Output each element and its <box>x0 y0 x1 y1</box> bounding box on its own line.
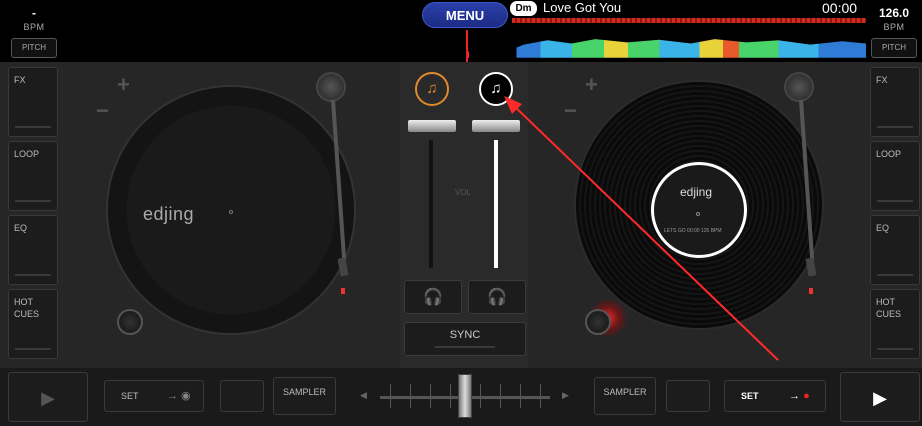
right-record-label <box>651 162 747 258</box>
right-eq-button[interactable]: EQ <box>870 215 920 285</box>
right-eq-label: EQ <box>876 223 890 233</box>
left-empty-pad[interactable] <box>220 380 264 412</box>
crossfader-tick <box>450 384 451 408</box>
key-badge: Dm <box>510 1 537 16</box>
left-bpm-label: BPM <box>23 22 45 32</box>
left-set-label: SET <box>121 391 139 401</box>
left-needle-icon <box>341 288 345 294</box>
crossfader-right-arrow-icon[interactable]: ▶ <box>562 390 569 401</box>
left-fx-button[interactable]: FX <box>8 67 58 137</box>
sync-button[interactable]: SYNC <box>404 322 526 356</box>
left-headphones-icon: 🎧 <box>423 289 443 306</box>
left-tonearm-base-icon <box>316 72 346 102</box>
left-hotcues-button[interactable]: HOT CUES <box>8 289 58 359</box>
right-bpm-value: 126.0 <box>878 6 910 20</box>
crossfader-tick <box>390 384 391 408</box>
left-hotcues-label: HOT CUES <box>14 297 40 319</box>
crossfader-left-arrow-icon[interactable]: ◀ <box>360 390 367 401</box>
left-volume-fader-track <box>429 140 433 268</box>
right-pitch-button[interactable]: PITCH <box>871 38 917 58</box>
left-sampler-label: SAMPLER <box>282 387 326 397</box>
right-headphones-icon: 🎧 <box>487 289 507 306</box>
crossfader-tick <box>520 384 521 408</box>
right-needle-icon <box>809 288 813 294</box>
track-time: 00:00 <box>822 0 858 16</box>
right-hotcues-label: HOT CUES <box>876 297 902 319</box>
crossfader-handle[interactable] <box>458 374 472 418</box>
right-load-track-icon[interactable]: ♫ <box>479 72 513 106</box>
right-spindle-icon <box>696 212 700 216</box>
left-volume-fader[interactable] <box>408 120 456 132</box>
track-title: Love Got You <box>543 0 622 15</box>
playhead <box>466 30 468 62</box>
left-arrow-icon: → ◉ <box>167 390 191 402</box>
left-load-track-icon[interactable]: ♫ <box>415 72 449 106</box>
right-hotcues-button[interactable]: HOT CUES <box>870 289 920 359</box>
main-waveform[interactable] <box>468 39 866 58</box>
menu-button[interactable]: MENU <box>422 2 508 28</box>
left-eq-label: EQ <box>14 223 28 233</box>
left-cue-knob[interactable] <box>117 309 143 335</box>
left-play-button[interactable]: ▶ <box>8 372 88 422</box>
track-progress-waveform[interactable] <box>512 18 866 23</box>
left-deck-logo: edjing <box>143 204 195 224</box>
left-fx-label: FX <box>14 75 26 85</box>
right-sampler-label: SAMPLER <box>603 387 647 397</box>
left-pitch-minus-icon[interactable]: − <box>96 98 109 124</box>
right-bpm-label: BPM <box>883 22 905 32</box>
left-spindle-icon <box>229 210 233 214</box>
left-set-cue-button[interactable]: SET → ◉ <box>104 380 204 412</box>
right-pitch-plus-icon[interactable]: + <box>585 72 598 98</box>
right-empty-pad[interactable] <box>666 380 710 412</box>
right-headphones-button[interactable]: 🎧 <box>468 280 526 314</box>
right-fx-button[interactable]: FX <box>870 67 920 137</box>
crossfader-tick <box>410 384 411 408</box>
crossfader-tick <box>540 384 541 408</box>
right-volume-fader[interactable] <box>472 120 520 132</box>
right-tonearm-base-icon <box>784 72 814 102</box>
left-headphones-button[interactable]: 🎧 <box>404 280 462 314</box>
left-bpm-panel: - BPM PITCH <box>6 0 62 60</box>
volume-label: VOL <box>455 188 472 197</box>
crossfader-tick <box>500 384 501 408</box>
right-loop-button[interactable]: LOOP <box>870 141 920 211</box>
right-play-button[interactable]: ▶ <box>840 372 920 422</box>
right-bpm-panel: 126.0 BPM PITCH <box>866 0 922 60</box>
left-pitch-button[interactable]: PITCH <box>11 38 57 58</box>
right-fx-label: FX <box>876 75 888 85</box>
right-set-cue-button[interactable]: SET → ● <box>724 380 826 412</box>
right-arrow-icon: → ● <box>789 390 810 402</box>
left-eq-button[interactable]: EQ <box>8 215 58 285</box>
left-play-icon: ▶ <box>41 388 55 408</box>
right-play-icon: ▶ <box>873 388 887 408</box>
left-bpm-value: - <box>32 6 36 20</box>
left-sampler-button[interactable]: SAMPLER <box>273 377 336 415</box>
right-pitch-minus-icon[interactable]: − <box>564 98 577 124</box>
right-volume-fader-track <box>494 140 498 268</box>
right-deck-logo: edjing <box>680 185 713 199</box>
crossfader-tick <box>430 384 431 408</box>
right-record-info: LETS GO 00:00 126 BPM <box>664 228 722 234</box>
left-loop-button[interactable]: LOOP <box>8 141 58 211</box>
crossfader-tick <box>480 384 481 408</box>
right-set-label: SET <box>741 391 759 401</box>
left-pitch-plus-icon[interactable]: + <box>117 72 130 98</box>
right-cue-knob[interactable] <box>585 309 611 335</box>
top-bar: - BPM PITCH MENU Dm Love Got You 00:00 1… <box>0 0 922 62</box>
right-sampler-button[interactable]: SAMPLER <box>594 377 656 415</box>
right-loop-label: LOOP <box>876 149 902 159</box>
left-loop-label: LOOP <box>14 149 40 159</box>
